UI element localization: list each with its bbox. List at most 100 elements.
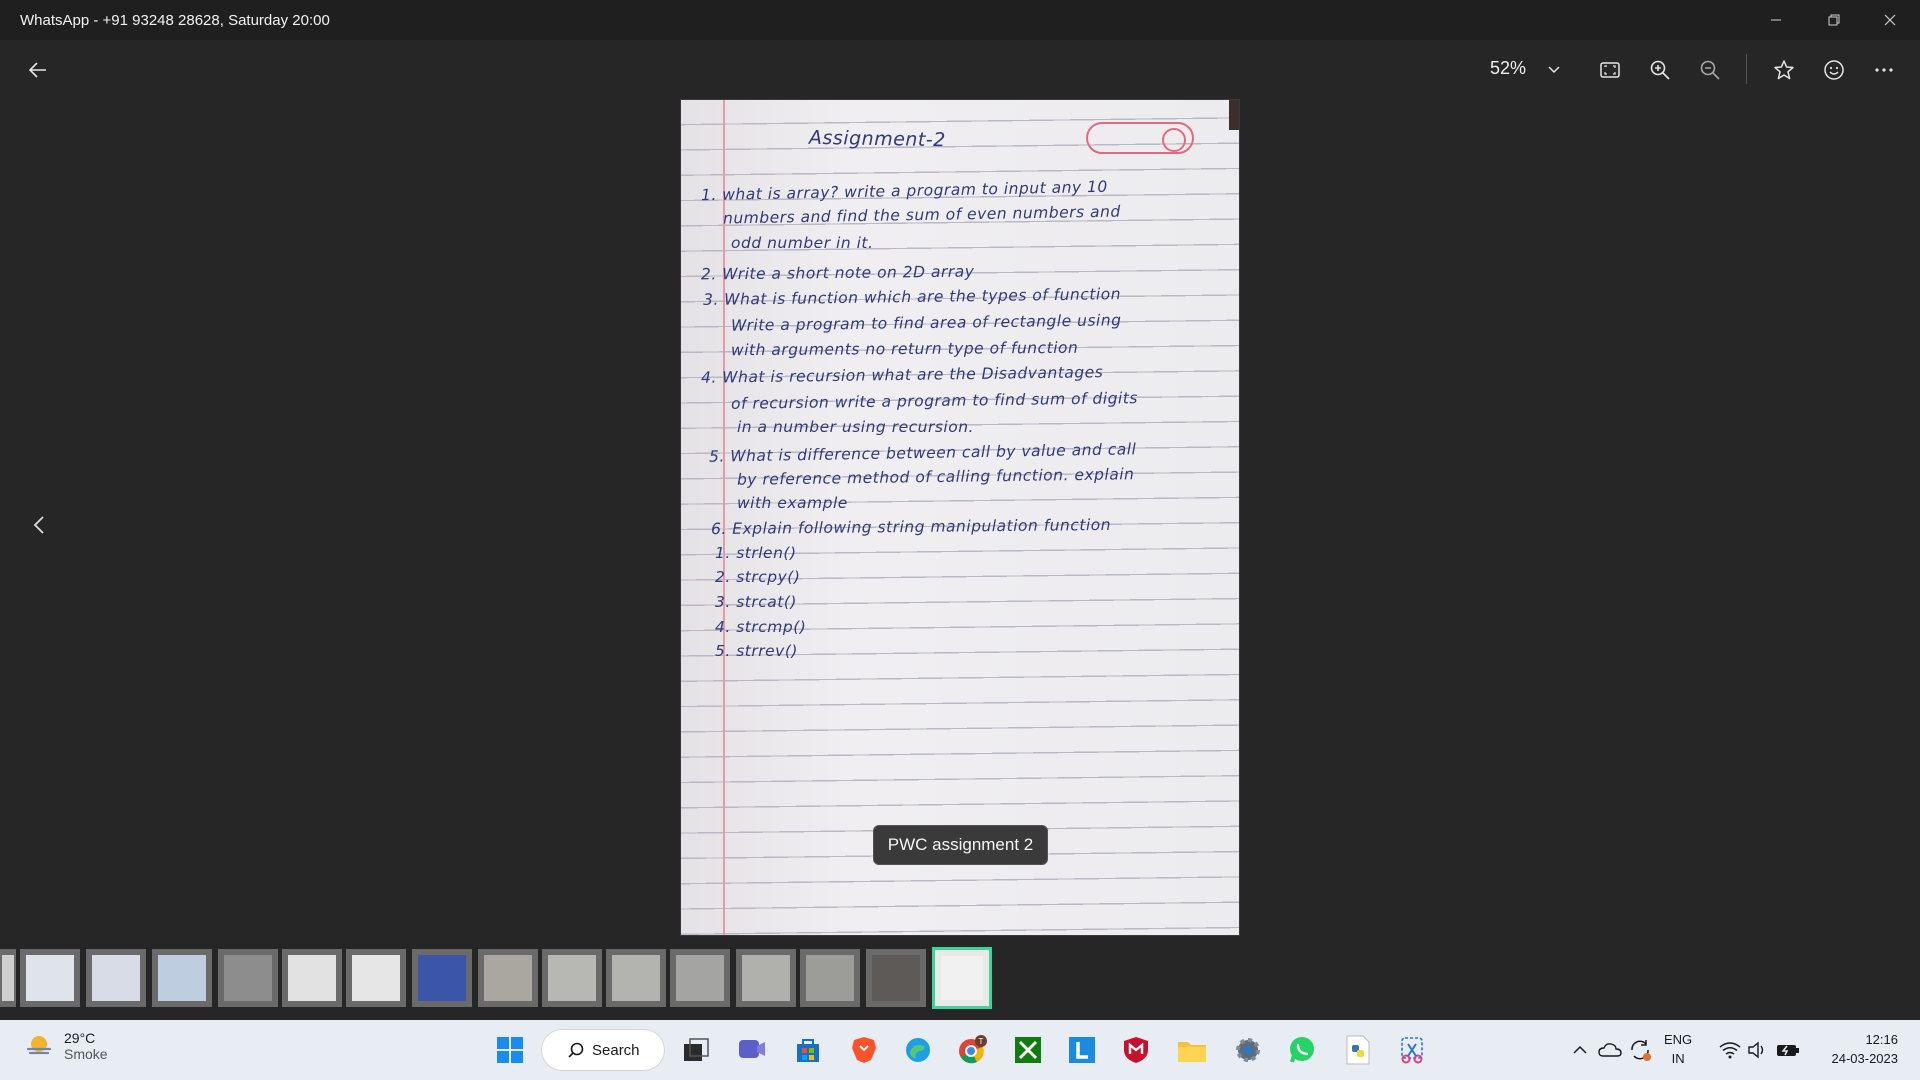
- thumbnail[interactable]: [736, 949, 796, 1007]
- chrome-icon: T: [959, 1035, 987, 1064]
- folder-icon: [1178, 1042, 1206, 1062]
- toolbar-divider: [1746, 54, 1747, 84]
- xbox-icon: [1015, 1037, 1041, 1063]
- photo-edge: [1229, 100, 1239, 130]
- language-code: ENG: [1664, 1032, 1693, 1047]
- zoom-out-button[interactable]: [1690, 50, 1730, 90]
- react-button[interactable]: [1814, 50, 1854, 90]
- clock[interactable]: 12:16 24-03-2023: [1812, 1030, 1899, 1068]
- thumbnail[interactable]: [606, 949, 666, 1007]
- snipping-tool-app[interactable]: [1394, 1032, 1430, 1068]
- taskbar-search[interactable]: Search: [542, 1030, 664, 1070]
- task-view-icon: [684, 1038, 709, 1061]
- speaker-icon: [1748, 1041, 1764, 1059]
- restore-button[interactable]: [1806, 0, 1862, 40]
- close-icon: [1884, 14, 1896, 26]
- previous-image-button[interactable]: [24, 510, 54, 540]
- thumbnail[interactable]: [20, 949, 80, 1007]
- thumbnail[interactable]: [86, 949, 146, 1007]
- doc-line-18: 4. strcmp(): [715, 618, 807, 636]
- settings-app[interactable]: [1230, 1032, 1266, 1068]
- battery-charging-icon: [1777, 1045, 1799, 1056]
- whatsapp-app[interactable]: [1284, 1032, 1320, 1068]
- thumbnail[interactable]: [218, 949, 278, 1007]
- xbox-app[interactable]: [1010, 1032, 1046, 1068]
- teams-chat-app[interactable]: [734, 1032, 770, 1068]
- cloud-icon: [1598, 1043, 1622, 1057]
- region-code: IN: [1671, 1051, 1685, 1066]
- thumbnail[interactable]: [346, 949, 406, 1007]
- minimize-button[interactable]: [1748, 0, 1804, 40]
- weather-temperature: 29°C: [64, 1030, 96, 1046]
- more-options-button[interactable]: [1864, 50, 1904, 90]
- scissors-icon: [1401, 1037, 1423, 1064]
- window-title: WhatsApp - +91 93248 28628, Saturday 20:…: [20, 11, 330, 29]
- thumbnail[interactable]: [800, 949, 860, 1007]
- photo-viewer-image[interactable]: Assignment-2 1. what is array? write a p…: [681, 100, 1239, 935]
- chevron-up-icon: [1573, 1045, 1587, 1054]
- sync-icon: [1631, 1040, 1651, 1061]
- microsoft-store-app[interactable]: [790, 1032, 826, 1068]
- doc-line-17: 3. strcat(): [715, 593, 797, 611]
- store-icon: [797, 1039, 819, 1062]
- shield-icon: [1124, 1037, 1148, 1063]
- clock-date: 24-03-2023: [1831, 1051, 1899, 1066]
- doc-line-19: 5. strrev(): [715, 642, 798, 660]
- thumbnail[interactable]: [670, 949, 730, 1007]
- mcafee-app[interactable]: [1118, 1032, 1154, 1068]
- favorite-button[interactable]: [1764, 50, 1804, 90]
- language-indicator[interactable]: ENG IN: [1664, 1030, 1692, 1068]
- thumbnail[interactable]: [412, 949, 472, 1007]
- l-app[interactable]: [1064, 1032, 1100, 1068]
- back-button[interactable]: [18, 50, 58, 90]
- doc-line-16: 2. strcpy(): [715, 568, 801, 586]
- edge-browser-app[interactable]: [900, 1032, 936, 1068]
- weather-widget[interactable]: 29°C Smoke: [24, 1030, 108, 1062]
- date-page-stamp: [1086, 122, 1194, 154]
- brave-browser-app[interactable]: [846, 1032, 882, 1068]
- python-app[interactable]: [1340, 1032, 1376, 1068]
- zoom-out-icon: [1700, 60, 1720, 80]
- close-button[interactable]: [1862, 0, 1918, 40]
- sync-button[interactable]: [1622, 1032, 1658, 1068]
- fit-to-window-button[interactable]: [1590, 50, 1630, 90]
- task-view-button[interactable]: [678, 1032, 714, 1068]
- weather-haze-icon: [26, 1036, 52, 1055]
- chrome-profile-badge: T: [979, 1037, 984, 1046]
- thumbnail[interactable]: [542, 949, 602, 1007]
- star-icon: [1774, 60, 1794, 80]
- zoom-level[interactable]: 52%: [1490, 58, 1526, 79]
- doc-line-10: in a number using recursion.: [737, 418, 974, 436]
- clock-time: 12:16: [1865, 1032, 1898, 1047]
- title-bar: WhatsApp - +91 93248 28628, Saturday 20:…: [0, 0, 1920, 40]
- minimize-icon: [1771, 19, 1781, 21]
- chat-icon: [739, 1040, 765, 1058]
- smiley-icon: [1824, 60, 1844, 80]
- thumbnail[interactable]: [0, 949, 16, 1007]
- start-button[interactable]: [492, 1032, 528, 1068]
- fit-window-icon: [1600, 62, 1620, 78]
- edge-icon: [906, 1038, 930, 1062]
- chevron-down-icon: [1548, 66, 1560, 74]
- thumbnail[interactable]: [478, 949, 538, 1007]
- file-explorer-app[interactable]: [1174, 1032, 1210, 1068]
- image-caption: PWC assignment 2: [873, 825, 1048, 865]
- back-arrow-icon: [29, 62, 46, 78]
- thumbnail[interactable]: [152, 949, 212, 1007]
- doc-line-15: 1. strlen(): [715, 544, 797, 562]
- thumbnail-strip: [0, 945, 1000, 1009]
- document-title: Assignment-2: [808, 126, 946, 152]
- doc-line-3: odd number in it.: [731, 234, 874, 252]
- windows-logo-icon: [497, 1037, 523, 1063]
- battery-button[interactable]: [1770, 1032, 1806, 1068]
- search-icon: [568, 1042, 584, 1058]
- taskbar: 29°C Smoke Search T ENG IN 12:16 24-03-2…: [0, 1020, 1920, 1080]
- zoom-in-button[interactable]: [1640, 50, 1680, 90]
- chrome-browser-app[interactable]: T: [954, 1032, 990, 1068]
- zoom-dropdown-button[interactable]: [1534, 50, 1574, 90]
- thumbnail-selected[interactable]: [932, 947, 992, 1009]
- zoom-in-icon: [1650, 60, 1670, 80]
- chevron-left-icon: [33, 516, 44, 534]
- thumbnail[interactable]: [866, 949, 926, 1007]
- thumbnail[interactable]: [282, 949, 342, 1007]
